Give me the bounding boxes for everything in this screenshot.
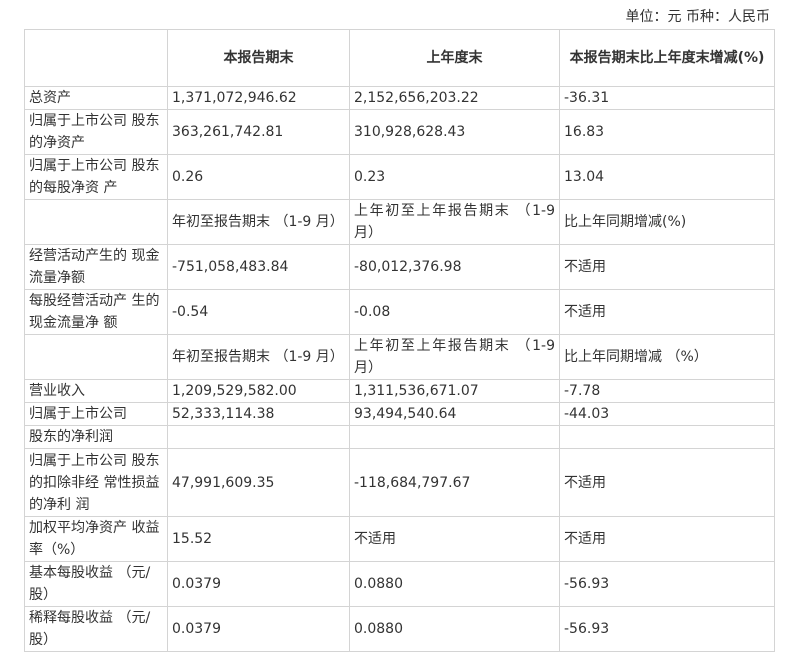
table-subheader-row: 年初至报告期末 （1-9 月） 上年初至上年报告期末 （1-9月） 比上年同期增… [24,199,775,245]
row-label: 经营活动产生的 现金流量净额 [24,244,168,290]
financial-data-table: 本报告期末 上年度末 本报告期末比上年度末增减(%) 总资产 1,371,072… [24,29,775,652]
table-row: 稀释每股收益 （元/股） 0.0379 0.0880 -56.93 [24,606,775,652]
row-value-col3: 比上年同期增减(%) [559,199,775,245]
row-label: 归属于上市公司 股东的扣除非经 常性损益的净利 润 [24,448,168,517]
row-value-col1: 363,261,742.81 [167,109,350,155]
row-label: 基本每股收益 （元/股） [24,561,168,607]
row-label: 每股经营活动产 生的现金流量净 额 [24,289,168,335]
row-value-col2: 310,928,628.43 [349,109,560,155]
row-value-col2: 0.0880 [349,606,560,652]
unit-note: 单位：元 币种：人民币 [625,9,770,25]
row-value-col3: -56.93 [559,561,775,607]
row-value-col1: 0.26 [167,154,350,200]
row-value-col1: 年初至报告期末 （1-9 月） [167,199,350,245]
row-label: 稀释每股收益 （元/股） [24,606,168,652]
table-row: 加权平均净资产 收益率（%） 15.52 不适用 不适用 [24,516,775,562]
row-label: 归属于上市公司 股东的每股净资 产 [24,154,168,200]
row-value-col2: 93,494,540.64 [349,402,560,426]
row-value-col1: 52,333,114.38 [167,402,350,426]
row-value-col1: 0.0379 [167,606,350,652]
table-row: 总资产 1,371,072,946.62 2,152,656,203.22 -3… [24,86,775,110]
table-row: 归属于上市公司 股东的净资产 363,261,742.81 310,928,62… [24,109,775,155]
row-value-col2: 2,152,656,203.22 [349,86,560,110]
row-label: 归属于上市公司 [24,402,168,426]
row-value-col3: 不适用 [559,244,775,290]
table-row: 股东的净利润 [24,425,775,449]
row-value-col2: 0.0880 [349,561,560,607]
row-value-col3: 13.04 [559,154,775,200]
row-value-col2: 不适用 [349,516,560,562]
table-row: 营业收入 1,209,529,582.00 1,311,536,671.07 -… [24,379,775,403]
table-row: 归属于上市公司 股东的每股净资 产 0.26 0.23 13.04 [24,154,775,200]
row-label: 股东的净利润 [24,425,168,449]
row-label [24,334,168,380]
row-value-col1: 15.52 [167,516,350,562]
row-label: 总资产 [24,86,168,110]
row-value-col2: 上年初至上年报告期末 （1-9月） [349,334,560,380]
table-row: 归属于上市公司 股东的扣除非经 常性损益的净利 润 47,991,609.35 … [24,448,775,517]
row-value-col1 [167,425,350,449]
row-value-col2: -118,684,797.67 [349,448,560,517]
row-label: 归属于上市公司 股东的净资产 [24,109,168,155]
row-value-col1: -751,058,483.84 [167,244,350,290]
row-value-col3: 16.83 [559,109,775,155]
row-value-col2: 0.23 [349,154,560,200]
row-value-col2: 上年初至上年报告期末 （1-9月） [349,199,560,245]
row-value-col3: 不适用 [559,448,775,517]
row-value-col1: 0.0379 [167,561,350,607]
row-label [24,199,168,245]
row-label: 营业收入 [24,379,168,403]
row-value-col3: 比上年同期增减 （%） [559,334,775,380]
row-value-col2 [349,425,560,449]
table-header-row: 本报告期末 上年度末 本报告期末比上年度末增减(%) [24,29,775,87]
row-value-col2: -80,012,376.98 [349,244,560,290]
row-value-col2: -0.08 [349,289,560,335]
table-row: 每股经营活动产 生的现金流量净 额 -0.54 -0.08 不适用 [24,289,775,335]
row-value-col1: 1,371,072,946.62 [167,86,350,110]
row-value-col2: 1,311,536,671.07 [349,379,560,403]
header-cell-label [24,29,168,87]
row-value-col3: 不适用 [559,516,775,562]
row-value-col3: -56.93 [559,606,775,652]
table-row: 基本每股收益 （元/股） 0.0379 0.0880 -56.93 [24,561,775,607]
row-value-col3: -44.03 [559,402,775,426]
header-cell-change-percent: 本报告期末比上年度末增减(%) [559,29,775,87]
row-label: 加权平均净资产 收益率（%） [24,516,168,562]
header-cell-prior-year-end: 上年度末 [349,29,560,87]
row-value-col3 [559,425,775,449]
row-value-col3: -7.78 [559,379,775,403]
row-value-col3: -36.31 [559,86,775,110]
row-value-col1: 年初至报告期末 （1-9 月） [167,334,350,380]
row-value-col1: -0.54 [167,289,350,335]
row-value-col1: 1,209,529,582.00 [167,379,350,403]
table-row: 经营活动产生的 现金流量净额 -751,058,483.84 -80,012,3… [24,244,775,290]
row-value-col3: 不适用 [559,289,775,335]
table-subheader-row: 年初至报告期末 （1-9 月） 上年初至上年报告期末 （1-9月） 比上年同期增… [24,334,775,380]
table-row: 归属于上市公司 52,333,114.38 93,494,540.64 -44.… [24,402,775,426]
row-value-col1: 47,991,609.35 [167,448,350,517]
header-cell-current-period-end: 本报告期末 [167,29,350,87]
